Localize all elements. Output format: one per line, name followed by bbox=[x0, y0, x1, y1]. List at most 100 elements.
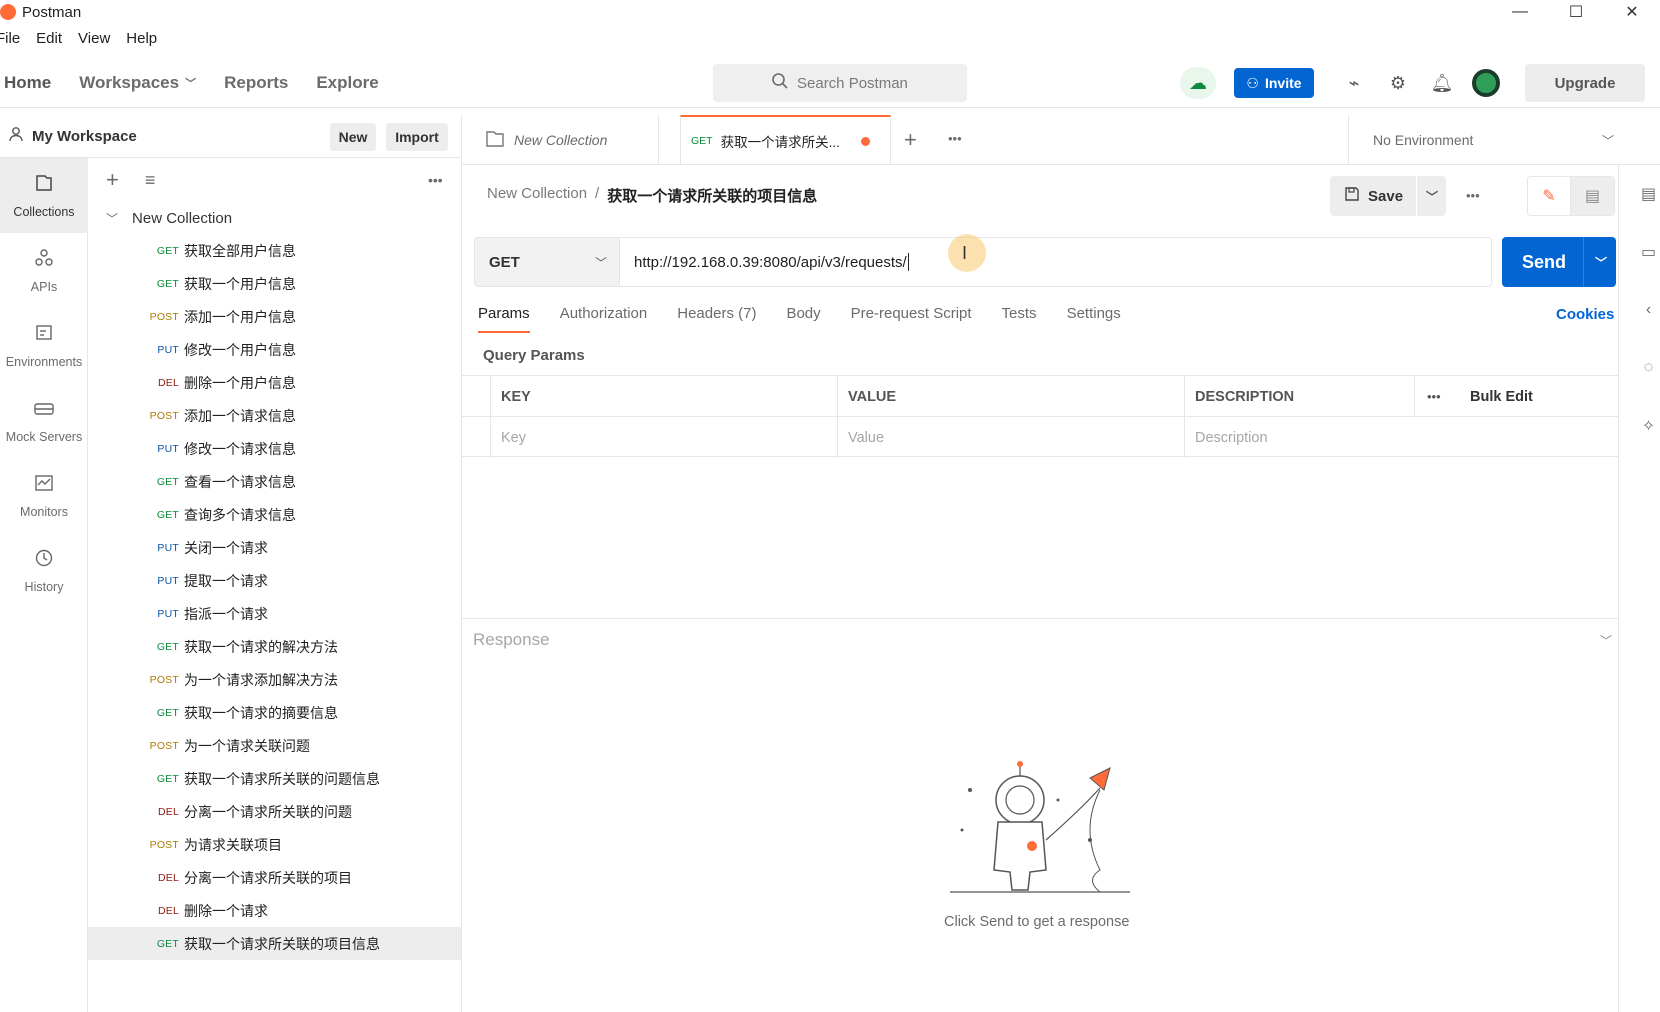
value-input[interactable]: Value bbox=[837, 417, 1184, 458]
sidebar-request-item[interactable]: POST 为一个请求添加解决方法 bbox=[88, 663, 461, 696]
description-input[interactable]: Description bbox=[1184, 417, 1618, 458]
sidebar-request-item[interactable]: POST 为请求关联项目 bbox=[88, 828, 461, 861]
sidebar-request-item[interactable]: DEL 删除一个请求 bbox=[88, 894, 461, 927]
menu-edit[interactable]: Edit bbox=[36, 30, 62, 52]
rail-mock-servers[interactable]: Mock Servers bbox=[0, 383, 88, 458]
sidebar-request-item[interactable]: PUT 提取一个请求 bbox=[88, 564, 461, 597]
breadcrumb-collection[interactable]: New Collection bbox=[487, 185, 587, 206]
environment-selector[interactable]: No Environment ﹀ bbox=[1348, 115, 1632, 165]
import-button[interactable]: Import bbox=[386, 123, 448, 151]
edit-pencil-icon[interactable]: ✎ bbox=[1528, 177, 1571, 215]
rail-monitors[interactable]: Monitors bbox=[0, 458, 88, 533]
sidebar-request-item[interactable]: POST 添加一个用户信息 bbox=[88, 300, 461, 333]
upgrade-button[interactable]: Upgrade bbox=[1525, 64, 1645, 102]
tab-settings[interactable]: Settings bbox=[1067, 305, 1121, 333]
rail-environments[interactable]: Environments bbox=[0, 308, 88, 383]
sidebar-request-item[interactable]: DEL 分离一个请求所关联的问题 bbox=[88, 795, 461, 828]
sidebar-request-item[interactable]: GET 查看一个请求信息 bbox=[88, 465, 461, 498]
minimize-icon[interactable]: — bbox=[1492, 0, 1548, 24]
sync-status-icon[interactable]: ☁ bbox=[1180, 67, 1216, 99]
breadcrumb-request[interactable]: 获取一个请求所关联的项目信息 bbox=[607, 185, 817, 206]
tab-params[interactable]: Params bbox=[478, 305, 530, 333]
comments-icon[interactable]: ▭ bbox=[1637, 223, 1660, 281]
tab-method: GET bbox=[691, 135, 713, 147]
tab-active-request[interactable]: GET 获取一个请求所关... bbox=[680, 115, 891, 165]
sidebar-request-item[interactable]: PUT 指派一个请求 bbox=[88, 597, 461, 630]
invite-button[interactable]: ⚇ Invite bbox=[1234, 68, 1314, 98]
avatar[interactable] bbox=[1464, 69, 1508, 97]
bulb-icon[interactable]: ✧ bbox=[1637, 397, 1660, 455]
tab-headers[interactable]: Headers (7) bbox=[677, 305, 756, 333]
sidebar-request-item[interactable]: GET 获取一个请求所关联的问题信息 bbox=[88, 762, 461, 795]
request-name: 查询多个请求信息 bbox=[184, 506, 296, 523]
close-icon[interactable]: ✕ bbox=[1604, 0, 1660, 24]
comment-icon[interactable]: ▤ bbox=[1571, 177, 1614, 215]
workspace-name[interactable]: My Workspace bbox=[8, 126, 137, 146]
search-bar[interactable]: Search Postman bbox=[713, 64, 967, 102]
request-method: GET bbox=[156, 244, 179, 257]
tab-authorization[interactable]: Authorization bbox=[560, 305, 648, 333]
satellite-icon[interactable]: ⌁ bbox=[1332, 73, 1376, 94]
info-icon[interactable]: ◌ bbox=[1637, 339, 1660, 397]
bell-icon[interactable]: 🔔︎ bbox=[1420, 73, 1464, 94]
sidebar-request-item[interactable]: GET 获取一个请求所关联的项目信息 bbox=[88, 927, 461, 960]
tab-tests[interactable]: Tests bbox=[1002, 305, 1037, 333]
sidebar-request-item[interactable]: DEL 分离一个请求所关联的项目 bbox=[88, 861, 461, 894]
request-method: GET bbox=[156, 640, 179, 653]
chevron-down-icon[interactable]: ﹀ bbox=[106, 210, 118, 227]
key-input[interactable]: Key bbox=[490, 417, 837, 458]
nav-reports[interactable]: Reports bbox=[224, 73, 288, 93]
menu-file[interactable]: File bbox=[0, 30, 20, 52]
chevron-down-icon[interactable]: ﹀ bbox=[1426, 188, 1438, 205]
sidebar-request-item[interactable]: PUT 关闭一个请求 bbox=[88, 531, 461, 564]
sidebar-request-item[interactable]: GET 获取一个请求的解决方法 bbox=[88, 630, 461, 663]
url-input[interactable]: http://192.168.0.39:8080/api/v3/requests… bbox=[620, 237, 1492, 287]
table-more-icon[interactable]: ••• bbox=[1427, 376, 1441, 417]
more-icon[interactable]: ••• bbox=[428, 172, 443, 188]
method-select[interactable]: GET ﹀ bbox=[474, 237, 620, 287]
sidebar-request-item[interactable]: GET 查询多个请求信息 bbox=[88, 498, 461, 531]
chevron-down-icon[interactable]: ﹀ bbox=[1595, 254, 1607, 271]
sidebar-request-item[interactable]: POST 为一个请求关联问题 bbox=[88, 729, 461, 762]
collection-item[interactable]: ﹀ New Collection bbox=[88, 202, 461, 234]
documentation-icon[interactable]: ▤ bbox=[1637, 165, 1660, 223]
tab-body[interactable]: Body bbox=[786, 305, 820, 333]
new-tab-icon[interactable]: + bbox=[904, 127, 917, 153]
send-button[interactable]: Send ﹀ bbox=[1502, 237, 1616, 287]
add-collection-icon[interactable]: + bbox=[106, 167, 119, 193]
user-icon bbox=[8, 126, 24, 146]
save-label: Save bbox=[1368, 187, 1404, 205]
sidebar-request-item[interactable]: PUT 修改一个用户信息 bbox=[88, 333, 461, 366]
nav-home[interactable]: Home bbox=[4, 73, 51, 93]
chevron-down-icon[interactable]: ﹀ bbox=[1600, 632, 1612, 649]
rail-history[interactable]: History bbox=[0, 533, 88, 608]
gear-icon[interactable]: ⚙ bbox=[1376, 73, 1420, 94]
filter-icon[interactable]: ≡ bbox=[145, 170, 156, 191]
sidebar-request-item[interactable]: GET 获取一个请求的摘要信息 bbox=[88, 696, 461, 729]
rail-apis[interactable]: APIs bbox=[0, 233, 88, 308]
postman-logo-icon bbox=[0, 4, 16, 20]
sidebar-request-item[interactable]: PUT 修改一个请求信息 bbox=[88, 432, 461, 465]
rail-collections[interactable]: Collections bbox=[0, 158, 88, 233]
nav-explore[interactable]: Explore bbox=[316, 73, 378, 93]
menu-help[interactable]: Help bbox=[126, 30, 157, 52]
sidebar-request-item[interactable]: DEL 删除一个用户信息 bbox=[88, 366, 461, 399]
sidebar-request-item[interactable]: GET 获取全部用户信息 bbox=[88, 234, 461, 267]
sidebar-request-item[interactable]: GET 获取一个用户信息 bbox=[88, 267, 461, 300]
cookies-link[interactable]: Cookies bbox=[1556, 306, 1614, 323]
nav-workspaces[interactable]: Workspaces ﹀ bbox=[79, 73, 196, 93]
save-button[interactable]: Save ﹀ bbox=[1330, 176, 1446, 216]
new-button[interactable]: New bbox=[330, 123, 376, 151]
tab-more-icon[interactable]: ••• bbox=[948, 131, 962, 146]
request-name: 为一个请求添加解决方法 bbox=[184, 671, 338, 688]
add-user-icon: ⚇ bbox=[1246, 74, 1259, 91]
menu-view[interactable]: View bbox=[78, 30, 110, 52]
request-more-icon[interactable]: ••• bbox=[1466, 188, 1480, 203]
tab-pre-request-script[interactable]: Pre-request Script bbox=[851, 305, 972, 333]
bulk-edit-button[interactable]: Bulk Edit bbox=[1470, 376, 1533, 417]
maximize-icon[interactable]: ☐ bbox=[1548, 0, 1604, 24]
sidebar-request-item[interactable]: POST 添加一个请求信息 bbox=[88, 399, 461, 432]
code-icon[interactable]: ‹ bbox=[1637, 281, 1660, 339]
tab-new-collection[interactable]: New Collection bbox=[474, 115, 659, 165]
header-key: KEY bbox=[490, 376, 837, 417]
